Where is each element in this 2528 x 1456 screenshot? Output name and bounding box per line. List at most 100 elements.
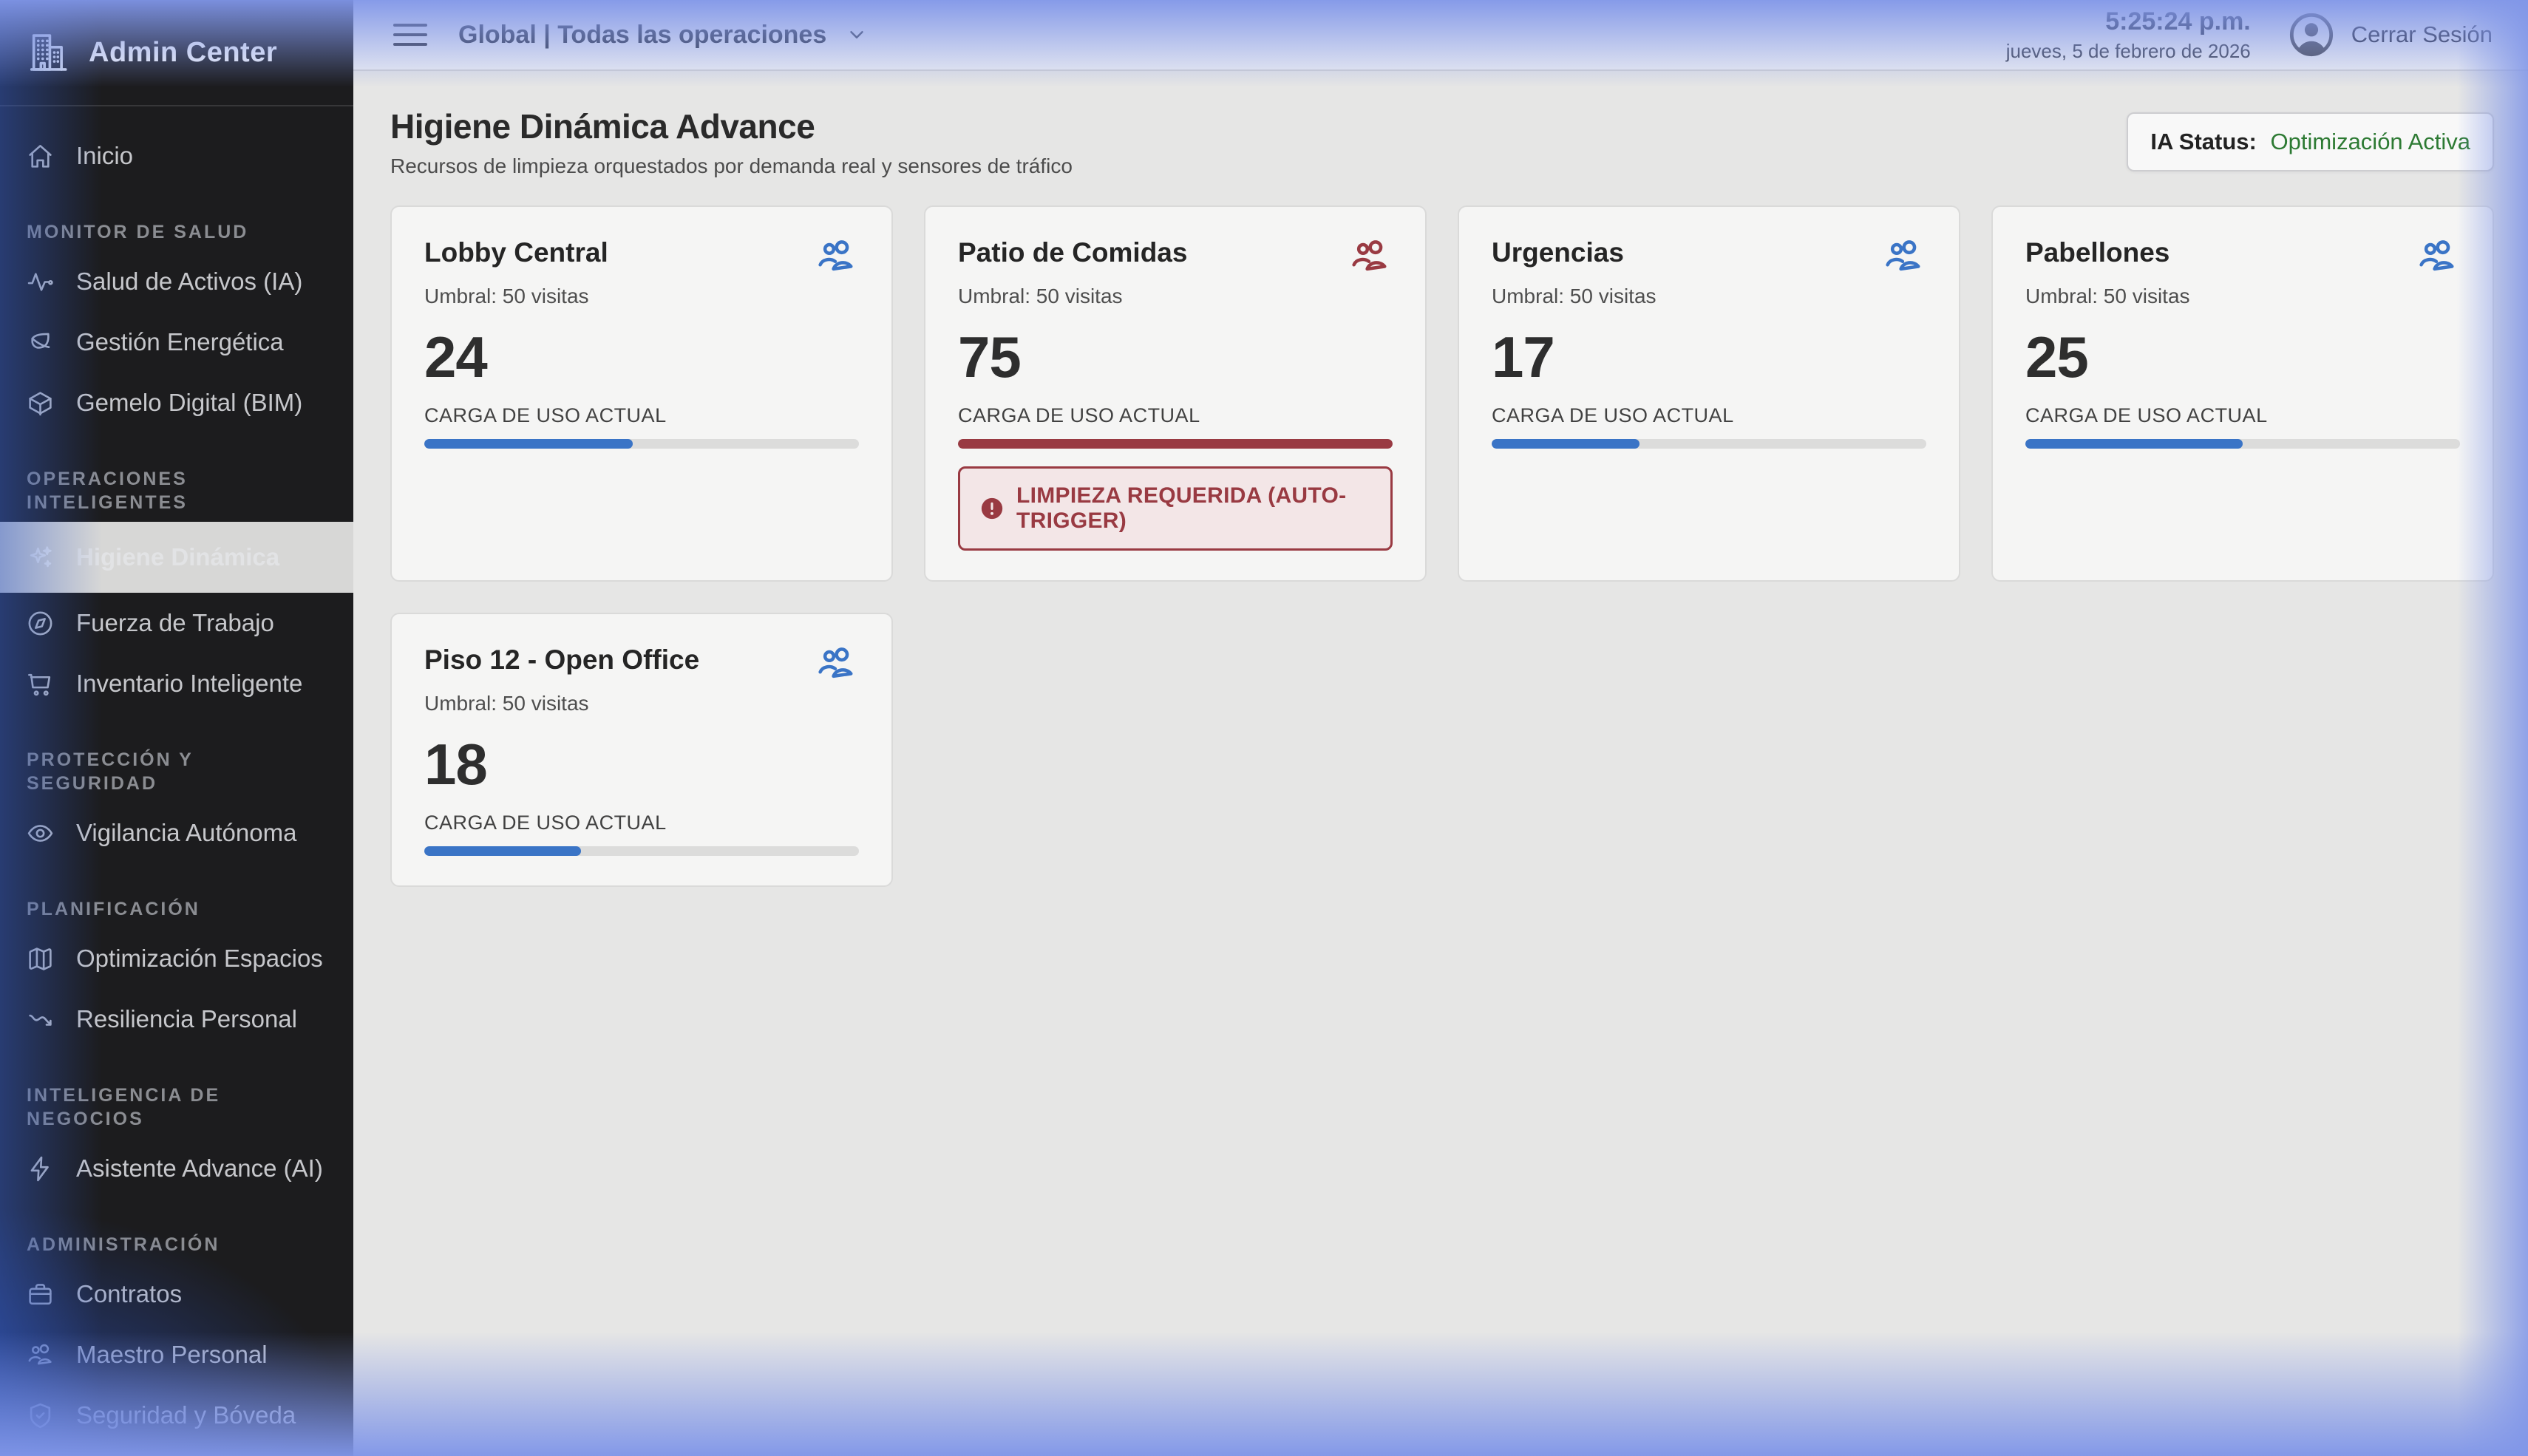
- load-progress-fill: [958, 439, 1393, 449]
- zone-threshold: Umbral: 50 visitas: [958, 284, 1393, 309]
- cube-icon: [27, 389, 54, 417]
- sparkles-icon: [27, 544, 54, 571]
- sidebar-item-label: Gemelo Digital (BIM): [76, 389, 302, 417]
- zone-load-label: CARGA DE USO ACTUAL: [958, 404, 1393, 427]
- sidebar-item-salud-de-activos[interactable]: Salud de Activos (IA): [0, 251, 353, 312]
- zone-threshold: Umbral: 50 visitas: [1492, 284, 1926, 309]
- sidebar-item-seguridad-y-boveda[interactable]: Seguridad y Bóveda: [0, 1385, 353, 1446]
- zone-load-label: CARGA DE USO ACTUAL: [424, 811, 859, 834]
- sidebar-item-label: Fuerza de Trabajo: [76, 609, 274, 637]
- users-icon: [1347, 237, 1393, 276]
- sidebar-item-label: Optimización Espacios: [76, 945, 323, 973]
- page-subtitle: Recursos de limpieza orquestados por dem…: [390, 154, 1073, 179]
- zone-card-urgencias: Urgencias Umbral: 50 visitas 17 CARGA DE…: [1458, 205, 1960, 582]
- content: Higiene Dinámica Advance Recursos de lim…: [353, 71, 2528, 1456]
- compass-icon: [27, 610, 54, 637]
- sidebar-item-contratos[interactable]: Contratos: [0, 1264, 353, 1324]
- sidebar-item-label: Higiene Dinámica: [76, 543, 279, 571]
- sidebar-item-label: Salud de Activos (IA): [76, 268, 302, 296]
- cleaning-required-alert: LIMPIEZA REQUERIDA (AUTO-TRIGGER): [958, 466, 1393, 551]
- briefcase-icon: [27, 1281, 54, 1308]
- sidebar-item-gemelo-digital[interactable]: Gemelo Digital (BIM): [0, 372, 353, 433]
- zone-current-load-value: 75: [958, 325, 1393, 389]
- load-progress-bar: [424, 846, 859, 856]
- map-icon: [27, 945, 54, 973]
- zone-load-label: CARGA DE USO ACTUAL: [1492, 404, 1926, 427]
- zone-threshold: Umbral: 50 visitas: [424, 691, 859, 716]
- zone-title: Pabellones: [2025, 237, 2169, 269]
- ia-status-label: IA Status:: [2150, 129, 2257, 154]
- load-progress-fill: [424, 439, 633, 449]
- sidebar-section-proteccion-y-seguridad: PROTECCIÓN Y SEGURIDAD: [0, 748, 353, 795]
- zone-title: Urgencias: [1492, 237, 1624, 269]
- users-icon: [813, 237, 859, 276]
- ia-status-value: Optimización Activa: [2271, 129, 2471, 154]
- page-head: Higiene Dinámica Advance Recursos de lim…: [390, 106, 2494, 179]
- load-progress-bar: [958, 439, 1393, 449]
- load-progress-fill: [1492, 439, 1640, 449]
- zone-threshold: Umbral: 50 visitas: [2025, 284, 2460, 309]
- ia-status-badge: IA Status: Optimización Activa: [2127, 112, 2494, 171]
- load-progress-bar: [2025, 439, 2460, 449]
- sidebar-section-monitor-de-salud: MONITOR DE SALUD: [0, 220, 353, 244]
- sidebar-item-label: Inventario Inteligente: [76, 670, 302, 698]
- topbar-right: 5:25:24 p.m. jueves, 5 de febrero de 202…: [2006, 7, 2493, 63]
- sidebar-section-inteligencia-de-negocios: INTELIGENCIA DE NEGOCIOS: [0, 1084, 353, 1131]
- activity-icon: [27, 268, 54, 296]
- zone-current-load-value: 17: [1492, 325, 1926, 389]
- sidebar-item-fuerza-de-trabajo[interactable]: Fuerza de Trabajo: [0, 593, 353, 653]
- zone-card-patio-de-comidas: Patio de Comidas Umbral: 50 visitas 75 C…: [924, 205, 1427, 582]
- sidebar-item-label: Inicio: [76, 142, 133, 170]
- trending-down-icon: [27, 1006, 54, 1033]
- sidebar-section-operaciones-inteligentes: OPERACIONES INTELIGENTES: [0, 467, 353, 514]
- alert-circle-icon: [979, 496, 1005, 521]
- zone-load-label: CARGA DE USO ACTUAL: [2025, 404, 2460, 427]
- users-icon: [27, 1341, 54, 1369]
- zone-card-lobby-central: Lobby Central Umbral: 50 visitas 24 CARG…: [390, 205, 893, 582]
- zone-load-label: CARGA DE USO ACTUAL: [424, 404, 859, 427]
- sidebar-item-label: Asistente Advance (AI): [76, 1154, 323, 1183]
- users-icon: [2414, 237, 2460, 276]
- zone-title: Patio de Comidas: [958, 237, 1187, 269]
- sidebar-item-higiene-dinamica[interactable]: Higiene Dinámica: [0, 522, 353, 593]
- zone-current-load-value: 24: [424, 325, 859, 389]
- app-title: Admin Center: [89, 37, 277, 69]
- sidebar-nav: Inicio MONITOR DE SALUD Salud de Activos…: [0, 106, 353, 1446]
- context-switcher[interactable]: Global | Todas las operaciones: [458, 21, 868, 50]
- load-progress-bar: [1492, 439, 1926, 449]
- zone-card-pabellones: Pabellones Umbral: 50 visitas 25 CARGA D…: [1991, 205, 2494, 582]
- chevron-down-icon: [846, 24, 868, 46]
- building-icon: [27, 31, 69, 74]
- menu-toggle-button[interactable]: [393, 24, 427, 46]
- sidebar-item-asistente-advance[interactable]: Asistente Advance (AI): [0, 1138, 353, 1199]
- sidebar-item-label: Maestro Personal: [76, 1341, 268, 1369]
- main-area: Global | Todas las operaciones 5:25:24 p…: [353, 0, 2528, 1456]
- sidebar-item-inicio[interactable]: Inicio: [0, 126, 353, 186]
- eye-icon: [27, 820, 54, 847]
- sidebar-item-optimizacion-espacios[interactable]: Optimización Espacios: [0, 928, 353, 989]
- sidebar-section-planificacion: PLANIFICACIÓN: [0, 897, 353, 921]
- zone-current-load-value: 18: [424, 732, 859, 796]
- sidebar-item-resiliencia-personal[interactable]: Resiliencia Personal: [0, 989, 353, 1050]
- topbar: Global | Todas las operaciones 5:25:24 p…: [353, 0, 2528, 71]
- sidebar-item-vigilancia-autonoma[interactable]: Vigilancia Autónoma: [0, 803, 353, 863]
- sidebar-item-maestro-personal[interactable]: Maestro Personal: [0, 1324, 353, 1385]
- shield-icon: [27, 1402, 54, 1429]
- sidebar-section-administracion: ADMINISTRACIÓN: [0, 1233, 353, 1256]
- zone-cards-grid: Lobby Central Umbral: 50 visitas 24 CARG…: [390, 205, 2494, 887]
- zone-title: Piso 12 - Open Office: [424, 644, 699, 676]
- zone-card-piso-12-open-office: Piso 12 - Open Office Umbral: 50 visitas…: [390, 613, 893, 887]
- zone-current-load-value: 25: [2025, 325, 2460, 389]
- alert-label: LIMPIEZA REQUERIDA (AUTO-TRIGGER): [1016, 483, 1371, 534]
- sidebar-item-gestion-energetica[interactable]: Gestión Energética: [0, 312, 353, 372]
- zone-threshold: Umbral: 50 visitas: [424, 284, 859, 309]
- users-icon: [813, 644, 859, 684]
- context-label: Global | Todas las operaciones: [458, 21, 826, 50]
- load-progress-fill: [424, 846, 581, 856]
- users-icon: [1880, 237, 1926, 276]
- logout-button[interactable]: Cerrar Sesión: [2351, 21, 2493, 48]
- user-avatar[interactable]: [2288, 11, 2335, 58]
- sidebar-item-inventario-inteligente[interactable]: Inventario Inteligente: [0, 653, 353, 714]
- home-icon: [27, 143, 54, 170]
- clock-time: 5:25:24 p.m.: [2006, 7, 2251, 36]
